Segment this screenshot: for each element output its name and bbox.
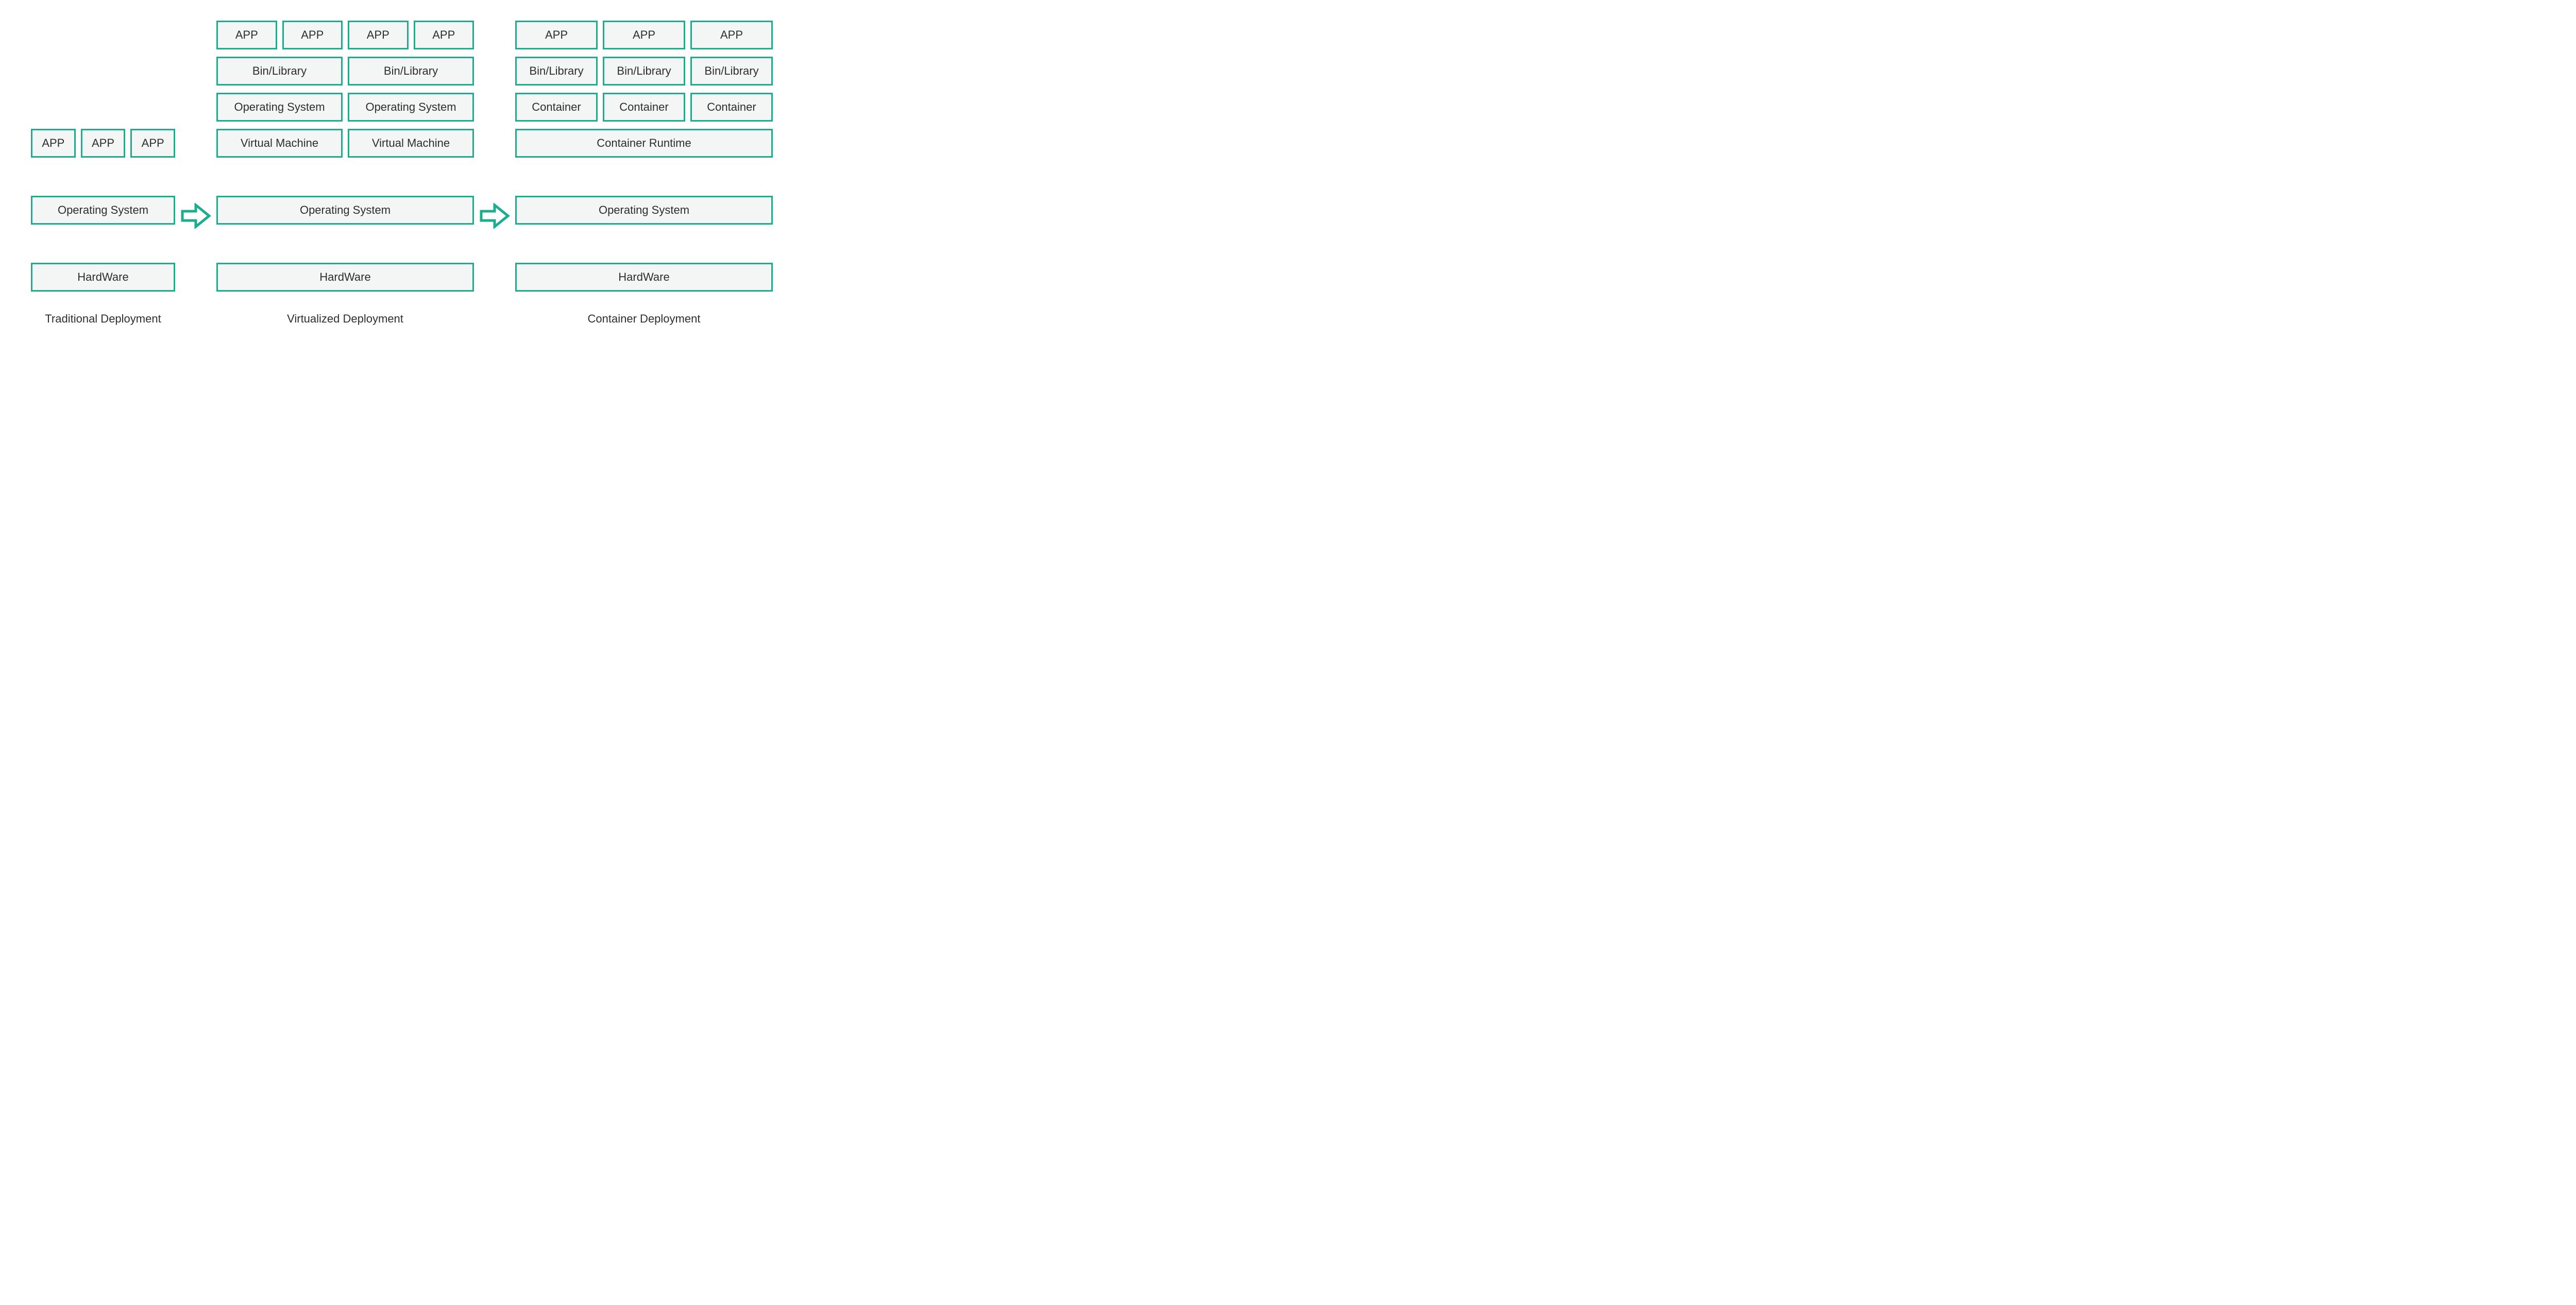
arrow-right-icon xyxy=(479,203,510,229)
bin-library-box: Bin/Library xyxy=(690,57,773,86)
app-box: APP xyxy=(690,21,773,49)
bin-library-box: Bin/Library xyxy=(515,57,598,86)
runtime-box: Container Runtime xyxy=(515,129,773,158)
container-box: Container xyxy=(690,93,773,122)
container-caption: Container Deployment xyxy=(515,312,773,326)
container-box: Container xyxy=(515,93,598,122)
os-box: Operating System xyxy=(216,196,474,225)
guest-os-box: Operating System xyxy=(216,93,343,122)
guest-os-box: Operating System xyxy=(348,93,474,122)
container-box: Container xyxy=(603,93,685,122)
virtualized-column: APP APP APP APP Bin/Library Bin/Library … xyxy=(216,21,474,326)
bin-library-box: Bin/Library xyxy=(216,57,343,86)
arrow-right-icon xyxy=(180,203,211,229)
bin-library-box: Bin/Library xyxy=(348,57,474,86)
traditional-column: APP APP APP Operating System HardWare Tr… xyxy=(31,129,175,326)
arrow-column: . xyxy=(175,201,216,326)
app-box: APP xyxy=(216,21,277,49)
app-box: APP xyxy=(348,21,409,49)
arrow-column: . xyxy=(474,201,515,326)
app-box: APP xyxy=(81,129,126,158)
app-box: APP xyxy=(515,21,598,49)
app-box: APP xyxy=(414,21,474,49)
app-box: APP xyxy=(282,21,343,49)
vm-box: Virtual Machine xyxy=(216,129,343,158)
hardware-box: HardWare xyxy=(31,263,175,292)
app-box: APP xyxy=(31,129,76,158)
traditional-caption: Traditional Deployment xyxy=(31,312,175,326)
virtualized-caption: Virtualized Deployment xyxy=(216,312,474,326)
bin-library-box: Bin/Library xyxy=(603,57,685,86)
container-column: APP APP APP Bin/Library Bin/Library Bin/… xyxy=(515,21,773,326)
deployment-evolution-diagram: APP APP APP Operating System HardWare Tr… xyxy=(31,21,2545,326)
vm-box: Virtual Machine xyxy=(348,129,474,158)
os-box: Operating System xyxy=(515,196,773,225)
os-box: Operating System xyxy=(31,196,175,225)
app-box: APP xyxy=(603,21,685,49)
hardware-box: HardWare xyxy=(515,263,773,292)
app-box: APP xyxy=(130,129,175,158)
hardware-box: HardWare xyxy=(216,263,474,292)
